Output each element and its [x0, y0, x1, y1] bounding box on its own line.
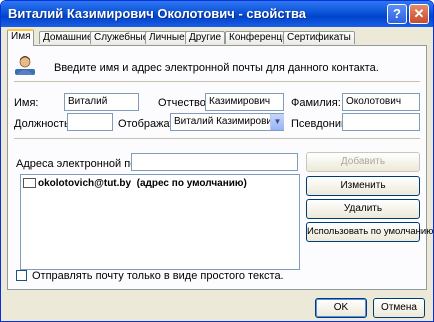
- cancel-button[interactable]: Отмена: [373, 298, 425, 318]
- job-title-input[interactable]: [67, 113, 113, 131]
- remove-email-button[interactable]: Удалить: [306, 199, 420, 219]
- set-default-button[interactable]: Использовать по умолчанию: [306, 222, 433, 242]
- edit-email-button[interactable]: Изменить: [306, 176, 420, 196]
- plain-text-checkbox[interactable]: [16, 270, 27, 281]
- tab-business[interactable]: Служебные: [90, 31, 153, 44]
- add-email-button[interactable]: Добавить: [306, 152, 420, 172]
- last-name-label: Фамилия:: [291, 97, 341, 109]
- title-bar: Виталий Казимирович Околотович - свойств…: [1, 1, 433, 27]
- contact-icon: [14, 54, 36, 76]
- intro-text: Введите имя и адрес электронной почты дл…: [54, 62, 379, 74]
- tab-name[interactable]: Имя: [7, 29, 35, 46]
- email-address: okolotovich@tut.by: [38, 178, 132, 189]
- display-select[interactable]: Виталий Казимирович Ок: [170, 113, 284, 131]
- separator: [14, 81, 420, 82]
- job-title-label: Должность:: [14, 118, 73, 130]
- middle-name-input[interactable]: Казимирович: [205, 93, 284, 111]
- tab-panel: Введите имя и адрес электронной почты дл…: [7, 45, 433, 290]
- tab-home[interactable]: Домашние: [39, 31, 97, 44]
- tab-certificates[interactable]: Сертификаты: [283, 31, 355, 44]
- help-button[interactable]: ?: [387, 4, 407, 24]
- nickname-input[interactable]: [342, 113, 420, 131]
- list-item[interactable]: okolotovich@tut.by (адрес по умолчанию): [23, 177, 247, 190]
- first-name-label: Имя:: [14, 97, 39, 109]
- last-name-input[interactable]: Околотович: [342, 93, 420, 111]
- ok-button[interactable]: OK: [315, 298, 367, 318]
- window-title: Виталий Казимирович Околотович - свойств…: [8, 6, 307, 21]
- separator: [14, 138, 420, 139]
- envelope-icon: [23, 178, 36, 189]
- email-default-note: (адрес по умолчанию): [136, 178, 247, 189]
- tab-other[interactable]: Другие: [185, 31, 226, 44]
- tab-personal[interactable]: Личные: [145, 31, 189, 44]
- middle-name-label: Отчество:: [158, 97, 209, 109]
- email-input[interactable]: [131, 153, 298, 171]
- plain-text-label: Отправлять почту только в виде простого …: [32, 270, 284, 282]
- close-button[interactable]: ✕: [409, 4, 429, 24]
- dropdown-arrow-icon[interactable]: ▼: [270, 114, 284, 130]
- email-list[interactable]: okolotovich@tut.by (адрес по умолчанию): [20, 174, 300, 270]
- properties-window: Виталий Казимирович Околотович - свойств…: [0, 0, 434, 322]
- display-select-value: Виталий Казимирович Ок: [174, 116, 284, 127]
- first-name-input[interactable]: Виталий: [64, 93, 139, 111]
